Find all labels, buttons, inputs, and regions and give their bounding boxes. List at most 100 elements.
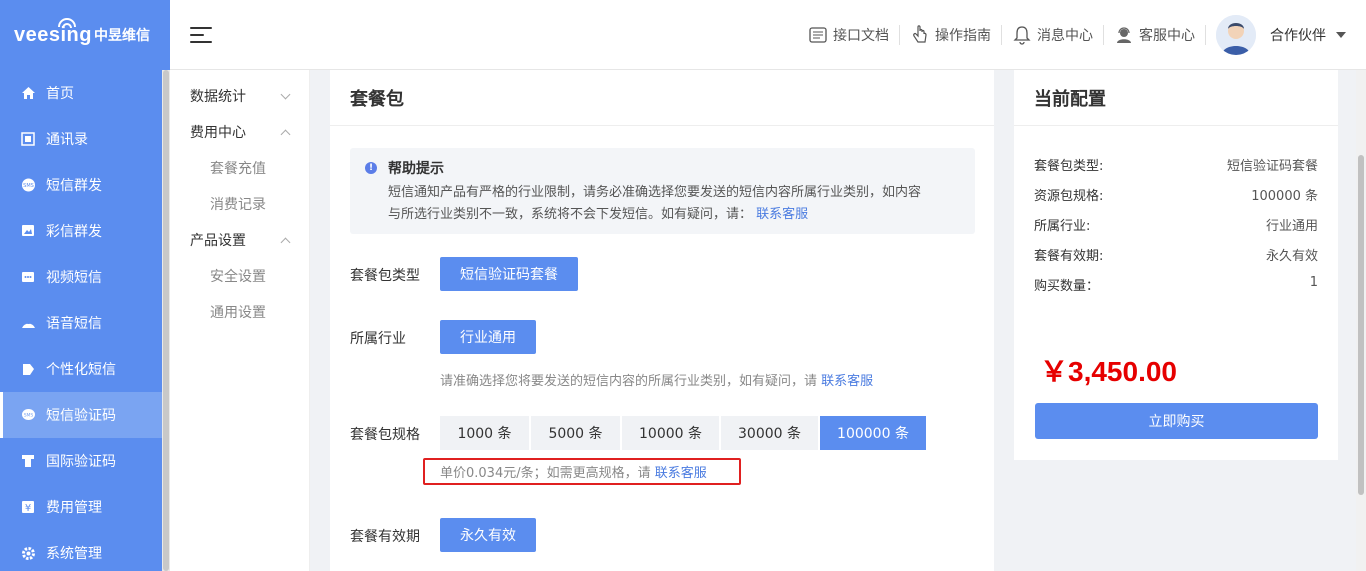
config-row: 购买数量： 1	[1034, 275, 1318, 294]
submenu: 数据统计 费用中心 套餐充值 消费记录 产品设置 安全设置 通用设置	[170, 70, 310, 571]
logo-text: veesing	[14, 23, 92, 46]
spec-option-10000[interactable]: 10000 条	[622, 416, 719, 450]
package-spec-options: 1000 条 5000 条 10000 条 30000 条 100000 条	[440, 416, 928, 450]
contacts-icon	[20, 131, 36, 147]
sidebar-item-mms-batch[interactable]: 彩信群发	[0, 208, 170, 254]
submenu-group-fee[interactable]: 费用中心	[170, 114, 309, 150]
sidebar-item-home[interactable]: 首页	[0, 70, 170, 116]
package-panel: 套餐包 ! 帮助提示 短信通知产品有严格的行业限制，请务必准确选择您要发送的短信…	[330, 70, 994, 571]
svg-text:SMS: SMS	[23, 413, 33, 419]
validity-option[interactable]: 永久有效	[440, 518, 536, 552]
chevron-down-icon	[280, 89, 291, 99]
industry-contact-support-link[interactable]: 联系客服	[821, 374, 873, 389]
unit-price-text: 单价0.034元/条；如需更高规格，请	[440, 466, 651, 481]
config-key: 套餐包类型:	[1034, 159, 1104, 174]
sidebar-scrollbar-thumb[interactable]	[163, 70, 169, 571]
sidebar-item-sms-batch[interactable]: SMS 短信群发	[0, 162, 170, 208]
mms-icon	[20, 223, 36, 239]
submenu-group-label: 产品设置	[190, 233, 246, 249]
config-title: 当前配置	[1014, 70, 1338, 126]
config-key: 购买数量：	[1034, 279, 1100, 294]
page-scrollbar-thumb[interactable]	[1358, 155, 1364, 495]
yen-icon: ¥	[20, 499, 36, 515]
guide-link[interactable]: 操作指南	[900, 24, 1002, 45]
international-code-icon	[20, 453, 36, 469]
config-value: 短信验证码套餐	[1226, 159, 1318, 174]
config-key: 套餐有效期:	[1034, 249, 1104, 264]
user-name[interactable]: 合作伙伴	[1270, 25, 1326, 45]
menu-toggle-icon[interactable]	[190, 22, 212, 48]
logo[interactable]: veesing 中昱维信	[0, 0, 170, 70]
submenu-group-stats[interactable]: 数据统计	[170, 78, 309, 114]
sidebar-item-label: 首页	[46, 86, 74, 102]
package-spec-label: 套餐包规格	[350, 427, 420, 443]
api-doc-link[interactable]: 接口文档	[798, 24, 900, 45]
sidebar-item-contacts[interactable]: 通讯录	[0, 116, 170, 162]
config-row: 所属行业: 行业通用	[1034, 215, 1318, 234]
submenu-group-product[interactable]: 产品设置	[170, 222, 309, 258]
sidebar-item-verification-code[interactable]: SMS 短信验证码	[0, 392, 170, 438]
support-center-label: 客服中心	[1139, 27, 1195, 44]
sidebar-item-label: 通讯录	[46, 132, 88, 148]
submenu-item-security-settings[interactable]: 安全设置	[170, 258, 309, 294]
chevron-down-icon[interactable]	[1336, 31, 1346, 38]
sidebar-scrollbar[interactable]	[162, 70, 170, 571]
svg-text:¥: ¥	[25, 503, 31, 514]
guide-label: 操作指南	[935, 27, 991, 44]
sidebar-item-label: 国际验证码	[46, 454, 116, 470]
config-key: 所属行业:	[1034, 219, 1091, 234]
help-text: 短信通知产品有严格的行业限制，请务必准确选择您要发送的短信内容所属行业类别，如内…	[388, 182, 961, 226]
sidebar-item-label: 费用管理	[46, 500, 102, 516]
message-center-label: 消息中心	[1037, 27, 1093, 44]
submenu-item-package-recharge[interactable]: 套餐充值	[170, 150, 309, 186]
contact-support-link[interactable]: 联系客服	[756, 207, 808, 222]
industry-hint-text: 请准确选择您将要发送的短信内容的所属行业类别，如有疑问，请	[440, 374, 818, 389]
sidebar-item-international-code[interactable]: 国际验证码	[0, 438, 170, 484]
config-row: 套餐包类型: 短信验证码套餐	[1034, 155, 1318, 174]
sidebar-item-voice-sms[interactable]: 语音短信	[0, 300, 170, 346]
help-title: 帮助提示	[388, 161, 444, 177]
chevron-up-icon	[280, 237, 291, 247]
chevron-up-icon	[280, 129, 291, 139]
video-sms-icon	[20, 269, 36, 285]
spec-option-30000[interactable]: 30000 条	[721, 416, 818, 450]
config-row: 资源包规格: 100000 条	[1034, 185, 1318, 204]
industry-option[interactable]: 行业通用	[440, 320, 536, 354]
current-config-panel: 当前配置 套餐包类型: 短信验证码套餐 资源包规格: 100000 条 所属行业…	[1014, 70, 1338, 460]
help-line-1: 短信通知产品有严格的行业限制，请务必准确选择您要发送的短信内容所属行业类别，如内…	[388, 185, 922, 200]
voice-sms-icon	[20, 315, 36, 331]
sidebar-item-label: 个性化短信	[46, 362, 116, 378]
sidebar-item-system-management[interactable]: 系统管理	[0, 530, 170, 571]
config-row: 套餐有效期: 永久有效	[1034, 245, 1318, 264]
sidebar-item-personalized-sms[interactable]: 个性化短信	[0, 346, 170, 392]
hand-pointer-icon	[910, 24, 930, 45]
spec-contact-support-link[interactable]: 联系客服	[655, 466, 707, 481]
submenu-item-consumption-records[interactable]: 消费记录	[170, 186, 309, 222]
package-type-option[interactable]: 短信验证码套餐	[440, 257, 578, 291]
submenu-item-general-settings[interactable]: 通用设置	[170, 294, 309, 330]
buy-now-button[interactable]: 立即购买	[1035, 403, 1318, 439]
config-value: 永久有效	[1265, 249, 1318, 264]
api-doc-label: 接口文档	[833, 27, 889, 44]
message-center-link[interactable]: 消息中心	[1002, 24, 1104, 45]
sidebar-item-label: 语音短信	[46, 316, 102, 332]
personalized-sms-icon	[20, 361, 36, 377]
submenu-group-label: 数据统计	[190, 89, 246, 105]
spec-option-1000[interactable]: 1000 条	[440, 416, 529, 450]
sidebar-item-video-sms[interactable]: 视频短信	[0, 254, 170, 300]
spec-option-100000[interactable]: 100000 条	[820, 416, 926, 450]
logo-cn-text: 中昱维信	[93, 28, 150, 44]
submenu-group-label: 费用中心	[190, 125, 246, 141]
header-actions: 接口文档 操作指南 消息中心 客服中心 合作伙伴	[798, 0, 1366, 70]
spec-option-5000[interactable]: 5000 条	[531, 416, 620, 450]
support-center-link[interactable]: 客服中心	[1104, 24, 1206, 45]
config-value: 行业通用	[1265, 219, 1318, 234]
sidebar-item-label: 短信验证码	[46, 408, 116, 424]
sidebar-item-fee-management[interactable]: ¥ 费用管理	[0, 484, 170, 530]
bell-icon	[1012, 25, 1032, 45]
avatar[interactable]	[1216, 14, 1256, 55]
wifi-logo-icon	[58, 18, 76, 29]
page-scrollbar[interactable]	[1356, 70, 1366, 571]
sidebar-item-label: 彩信群发	[46, 224, 102, 240]
help-line-2-wrap: 与所选行业类别不一致，系统将不会下发短信。如有疑问，请： 联系客服	[388, 204, 961, 226]
